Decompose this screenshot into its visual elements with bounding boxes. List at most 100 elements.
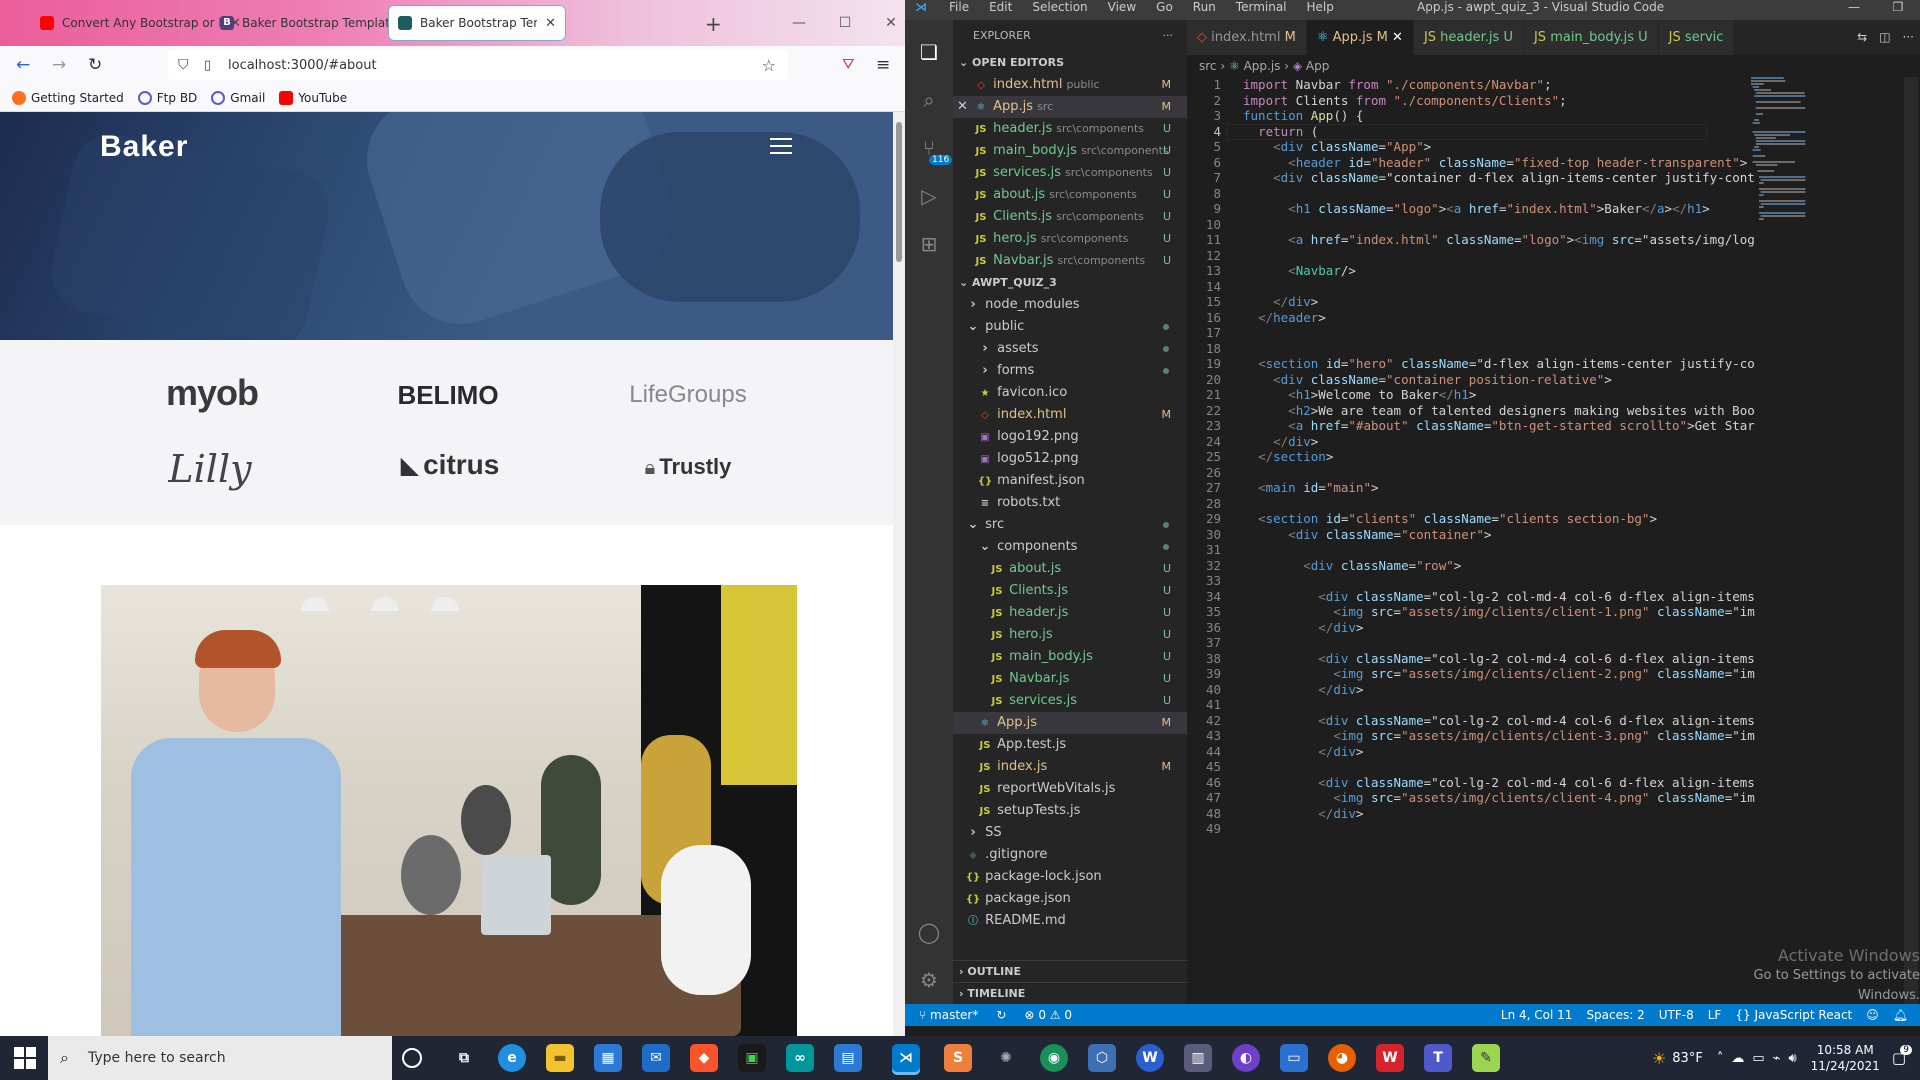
menu-go[interactable]: Go xyxy=(1156,0,1173,14)
notification-center-icon[interactable]: ▢ 9 xyxy=(1892,1045,1912,1067)
code-line[interactable]: <header id="header" className="fixed-top… xyxy=(1243,155,1747,170)
onedrive-icon[interactable]: ☁ xyxy=(1731,1051,1744,1066)
minimize-icon[interactable]: — xyxy=(776,15,822,31)
open-editor-item[interactable]: JS about.js src\components U xyxy=(953,184,1187,206)
virtualbox-icon[interactable]: ⬡ xyxy=(1088,1044,1116,1072)
tree-file[interactable]: ⓘ README.md xyxy=(953,910,1187,932)
branch-status[interactable]: ⑂ master* xyxy=(919,1004,978,1026)
menu-help[interactable]: Help xyxy=(1307,0,1334,14)
tree-folder[interactable]: › node_modules xyxy=(953,294,1187,316)
editor-tab-services-js[interactable]: JS servic xyxy=(1658,20,1735,55)
notifications-bell-icon[interactable]: 🔔︎ xyxy=(1893,1004,1908,1026)
code-line[interactable]: </div> xyxy=(1243,744,1363,759)
bookmark-gmail[interactable]: Gmail xyxy=(211,90,265,105)
chrome-icon[interactable]: ◉ xyxy=(1040,1044,1068,1072)
open-editor-item[interactable]: JS hero.js src\components U xyxy=(953,228,1187,250)
code-line[interactable]: <div className="col-lg-2 col-md-4 col-6 … xyxy=(1243,775,1755,790)
minimap[interactable] xyxy=(1751,77,1811,1004)
forward-icon[interactable]: → xyxy=(52,55,66,75)
menu-view[interactable]: View xyxy=(1108,0,1136,14)
clock[interactable]: 10:58 AM 11/24/2021 xyxy=(1811,1042,1880,1074)
code-line[interactable]: <div className="col-lg-2 col-md-4 col-6 … xyxy=(1243,589,1755,604)
settings-gear-icon[interactable]: ⚙ xyxy=(917,968,941,992)
code-line[interactable]: <h2>We are team of talented designers ma… xyxy=(1243,403,1755,418)
code-line[interactable]: <div className="container d-flex align-i… xyxy=(1243,170,1755,185)
site-logo[interactable]: Baker xyxy=(100,130,188,164)
code-line[interactable]: <div className="col-lg-2 col-md-4 col-6 … xyxy=(1243,651,1755,666)
menu-selection[interactable]: Selection xyxy=(1032,0,1087,14)
code-line[interactable]: import Navbar from "./components/Navbar"… xyxy=(1243,77,1552,92)
sublime-icon[interactable]: S xyxy=(944,1044,972,1072)
tree-folder[interactable]: ⌄ src xyxy=(953,514,1187,536)
vscode-taskbar-icon[interactable]: ⋊ xyxy=(892,1044,920,1072)
windows-start-icon[interactable] xyxy=(14,1047,36,1069)
photos-icon[interactable]: ▭ xyxy=(1280,1044,1308,1072)
open-editor-item[interactable]: JS services.js src\components U xyxy=(953,162,1187,184)
close-tab-icon[interactable]: ✕ xyxy=(545,16,556,31)
code-line[interactable]: <a href="index.html" className="logo"><i… xyxy=(1243,232,1755,247)
new-tab-icon[interactable]: + xyxy=(705,12,722,36)
tracking-shield-icon[interactable]: ⛉ xyxy=(178,57,189,73)
cortana-icon[interactable] xyxy=(402,1048,422,1068)
edge-icon[interactable]: e xyxy=(498,1044,526,1072)
code-line[interactable]: <section id="hero" className="d-flex ali… xyxy=(1243,356,1755,371)
tree-file[interactable]: {} manifest.json xyxy=(953,470,1187,492)
tree-file[interactable]: JS main_body.js U xyxy=(953,646,1187,668)
indentation[interactable]: Spaces: 2 xyxy=(1586,1004,1644,1026)
open-editors-section[interactable]: ⌄ OPEN EDITORS xyxy=(953,52,1187,74)
task-view-icon[interactable]: ⧉ xyxy=(450,1044,478,1072)
code-line[interactable]: </section> xyxy=(1243,449,1333,464)
editor-tab-app-js[interactable]: ⚛ App.js M ✕ xyxy=(1306,20,1414,55)
network-icon[interactable]: ⌁ xyxy=(1773,1051,1781,1066)
weather-sun-icon[interactable]: ☀ xyxy=(1652,1049,1666,1068)
outline-section[interactable]: › OUTLINE xyxy=(953,960,1187,982)
code-line[interactable]: <img src="assets/img/clients/client-2.pn… xyxy=(1243,666,1754,681)
bookmark-star-icon[interactable]: ☆ xyxy=(762,56,776,75)
extensions-icon[interactable]: ⊞ xyxy=(917,232,941,256)
code-line[interactable]: <h1 className="logo"><a href="index.html… xyxy=(1243,201,1710,216)
tree-file[interactable]: JS about.js U xyxy=(953,558,1187,580)
run-debug-icon[interactable]: ▷ xyxy=(917,184,941,208)
tree-file[interactable]: {} package-lock.json xyxy=(953,866,1187,888)
store-icon[interactable]: ▦ xyxy=(594,1044,622,1072)
menu-terminal[interactable]: Terminal xyxy=(1236,0,1287,14)
bookmark-ftp-bd[interactable]: Ftp BD xyxy=(137,90,197,105)
taskbar-search-box[interactable]: ⌕ Type here to search xyxy=(48,1036,392,1080)
url-text[interactable]: localhost:3000/#about xyxy=(228,58,377,73)
github-icon[interactable]: ◐ xyxy=(1232,1044,1260,1072)
restore-icon[interactable]: ❐ xyxy=(1876,0,1920,14)
tree-file[interactable]: JS App.test.js xyxy=(953,734,1187,756)
tree-file[interactable]: JS hero.js U xyxy=(953,624,1187,646)
tree-file[interactable]: JS services.js U xyxy=(953,690,1187,712)
tree-folder[interactable]: ⌄ components xyxy=(953,536,1187,558)
tree-file[interactable]: ⚛ App.js M xyxy=(953,712,1187,734)
tree-file[interactable]: ▣ logo192.png xyxy=(953,426,1187,448)
code-line[interactable]: <img src="assets/img/clients/client-3.pn… xyxy=(1243,728,1754,743)
tree-folder[interactable]: › forms xyxy=(953,360,1187,382)
open-editor-item[interactable]: ✕ ⚛ App.js src M xyxy=(953,96,1187,118)
editor-tab-main-body-js[interactable]: JS main_body.js U xyxy=(1523,20,1659,55)
code-line[interactable]: </div> xyxy=(1243,294,1318,309)
tree-file[interactable]: ★ favicon.ico xyxy=(953,382,1187,404)
notepad-icon[interactable]: ✎ xyxy=(1472,1044,1500,1072)
code-line[interactable]: <section id="clients" className="clients… xyxy=(1243,511,1657,526)
code-line[interactable]: </header> xyxy=(1243,310,1326,325)
tree-folder[interactable]: › SS xyxy=(953,822,1187,844)
account-icon[interactable]: ◯ xyxy=(917,920,941,944)
temperature[interactable]: 83°F xyxy=(1672,1051,1703,1066)
open-editor-item[interactable]: JS Clients.js src\components U xyxy=(953,206,1187,228)
bug-app-icon[interactable]: ✺ xyxy=(992,1044,1020,1072)
firefox-taskbar-icon[interactable]: ◕ xyxy=(1328,1044,1356,1072)
back-icon[interactable]: ← xyxy=(16,55,30,75)
teams-icon[interactable]: T xyxy=(1424,1044,1452,1072)
tree-file[interactable]: JS reportWebVitals.js xyxy=(953,778,1187,800)
problems-status[interactable]: ⊗ 0 ⚠ 0 xyxy=(1024,1004,1072,1026)
code-line[interactable]: <img src="assets/img/clients/client-1.pn… xyxy=(1243,604,1754,619)
search-icon[interactable]: ⌕ xyxy=(917,88,941,112)
timeline-section[interactable]: › TIMELINE xyxy=(953,982,1187,1004)
compare-icon[interactable]: ⇆ xyxy=(1857,20,1867,55)
encoding[interactable]: UTF-8 xyxy=(1659,1004,1694,1026)
code-line[interactable]: <Navbar/> xyxy=(1243,263,1356,278)
more-actions-icon[interactable]: ··· xyxy=(1163,20,1174,52)
close-tab-icon[interactable]: ✕ xyxy=(1392,30,1403,45)
